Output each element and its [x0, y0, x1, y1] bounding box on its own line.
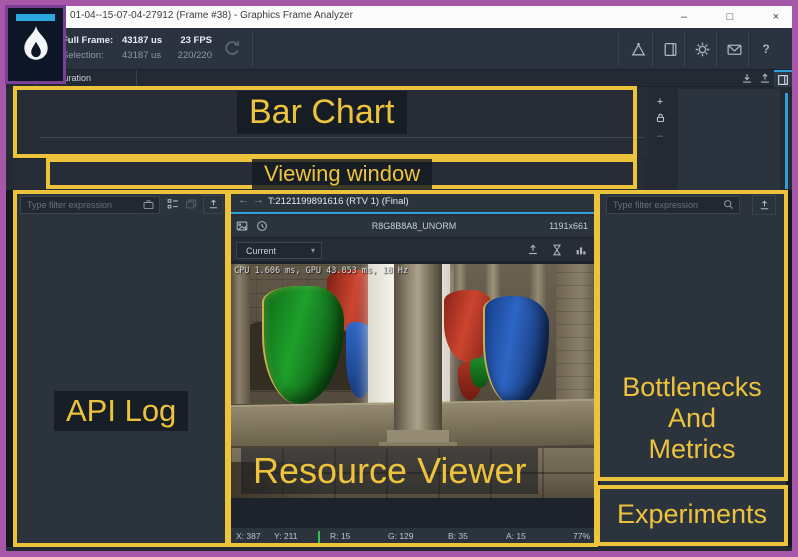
selection-label: Selection: — [62, 50, 104, 61]
pixel-b: B: 35 — [448, 531, 468, 541]
gpa-logo-overlay — [5, 5, 66, 84]
annotation-api-log-label: API Log — [54, 391, 188, 431]
annotation-bar-chart-label: Bar Chart — [237, 91, 407, 134]
close-button[interactable]: × — [768, 11, 784, 23]
chart-options-bar: X: Duration — [6, 70, 792, 87]
gear-icon[interactable] — [690, 39, 714, 59]
api-log-panel — [14, 190, 228, 547]
window-controls: – □ × — [676, 6, 784, 28]
chart-zoom-tools: + – — [648, 87, 672, 158]
toolbar-divider — [618, 32, 619, 66]
title-bar: 01-04--15-07-04-27912 (Frame #38) - Grap… — [6, 6, 792, 28]
annotation-viewing-window-label: Viewing window — [252, 159, 432, 189]
export-log-icon[interactable] — [203, 195, 223, 214]
bottlenecks-panel — [600, 190, 786, 547]
pixel-a: A: 15 — [506, 531, 526, 541]
chevron-down-icon: ▾ — [311, 246, 315, 255]
export-image-icon[interactable] — [526, 243, 542, 259]
forward-arrow-icon[interactable]: → — [253, 194, 264, 206]
stone-column-far-left — [230, 264, 250, 404]
back-arrow-icon[interactable]: ← — [238, 194, 249, 206]
window-title: 01-04--15-07-04-27912 (Frame #38) - Grap… — [70, 10, 353, 21]
pixel-r: R: 15 — [330, 531, 350, 541]
toolbar-divider — [652, 32, 653, 66]
stone-wall-right — [556, 264, 598, 416]
toolbar-divider — [748, 32, 749, 66]
layers-icon[interactable] — [184, 197, 200, 213]
resource-tab-bar: ← → T:2121199891616 (RTV 1) (Final) — [230, 190, 598, 214]
resource-format: R8G8B8A8_UNORM — [230, 221, 598, 231]
mail-icon[interactable] — [722, 39, 746, 59]
fps-value: 23 FPS — [156, 35, 212, 46]
annotation-line: And — [596, 403, 788, 434]
logo-blue-bar — [16, 14, 55, 21]
center-column — [394, 264, 442, 436]
experiments-flask-icon[interactable] — [626, 39, 650, 59]
main-toolbar: Full Frame: 43187 us 23 FPS Selection: 4… — [6, 28, 792, 70]
refresh-icon[interactable] — [222, 39, 242, 59]
api-log-filter-input[interactable] — [20, 196, 160, 214]
resource-info-bar: R8G8B8A8_UNORM 1191x661 — [230, 216, 598, 238]
search-icon — [722, 198, 738, 214]
histogram-icon[interactable] — [574, 243, 590, 259]
export-metrics-icon[interactable] — [752, 195, 776, 215]
pixel-y: Y: 211 — [274, 531, 297, 541]
pixel-x: X: 387 — [236, 531, 261, 541]
view-mode-dropdown[interactable]: Current ▾ — [236, 242, 322, 259]
zoom-out-button[interactable]: – — [648, 129, 672, 143]
resource-tab-title[interactable]: T:2121199891616 (RTV 1) (Final) — [268, 196, 409, 207]
gpu-timing-overlay: CPU 1.606 ms, GPU 43.853 ms, 18 Hz — [234, 266, 408, 276]
vertical-scrollbar[interactable] — [785, 93, 788, 189]
hourglass-icon[interactable] — [550, 243, 566, 259]
lock-icon[interactable] — [648, 111, 672, 125]
color-divider — [318, 531, 320, 543]
tree-view-icon[interactable] — [166, 197, 182, 213]
flame-logo-icon — [19, 24, 53, 68]
annotation-experiments-label: Experiments — [596, 499, 788, 530]
toolbar-divider — [716, 32, 717, 66]
progress-counter: 220/220 — [156, 50, 212, 61]
pixel-g: G: 129 — [388, 531, 414, 541]
export-icon[interactable] — [756, 70, 774, 87]
annotation-resource-viewer-label: Resource Viewer — [241, 448, 538, 494]
side-panel-toggle-icon[interactable] — [774, 70, 792, 87]
annotation-line: Bottlenecks — [596, 372, 788, 403]
documentation-icon[interactable] — [658, 39, 682, 59]
annotation-bottlenecks-label: Bottlenecks And Metrics — [596, 372, 788, 465]
bottlenecks-filter-input[interactable] — [606, 196, 740, 214]
blue-drape-right — [483, 296, 549, 406]
filter-icon[interactable] — [142, 198, 158, 214]
help-icon[interactable]: ? — [754, 39, 778, 59]
toolbar-divider — [252, 32, 253, 66]
minimize-button[interactable]: – — [676, 11, 692, 23]
resource-size: 1191x661 — [549, 221, 588, 231]
toolbar-divider — [684, 32, 685, 66]
import-icon[interactable] — [738, 70, 756, 87]
view-mode-value: Current — [246, 246, 276, 256]
chart-legend — [678, 89, 780, 190]
zoom-level: 77% — [573, 531, 590, 541]
maximize-button[interactable]: □ — [722, 11, 738, 23]
zoom-in-button[interactable]: + — [648, 95, 672, 109]
resource-controls-bar: Current ▾ — [230, 239, 598, 262]
annotation-line: Metrics — [596, 434, 788, 465]
annotated-screenshot: 01-04--15-07-04-27912 (Frame #38) - Grap… — [0, 0, 798, 557]
full-frame-label: Full Frame: — [62, 35, 113, 46]
pixel-info-bar: X: 387 Y: 211 R: 15 G: 129 B: 35 A: 15 7… — [230, 527, 598, 543]
